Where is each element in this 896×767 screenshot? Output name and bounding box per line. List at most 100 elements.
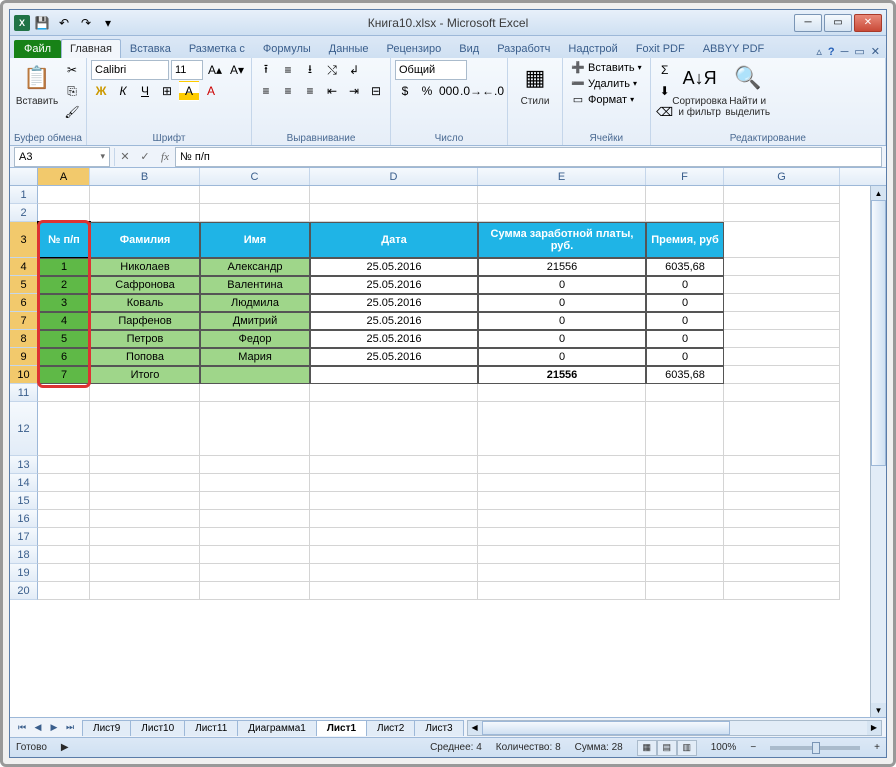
table-cell[interactable]: Петров bbox=[90, 330, 200, 348]
table-cell[interactable]: 25.05.2016 bbox=[310, 348, 478, 366]
table-cell[interactable]: 6 bbox=[38, 348, 90, 366]
row-header[interactable]: 12 bbox=[10, 402, 38, 456]
tab-developer[interactable]: Разработч bbox=[488, 39, 559, 58]
table-cell[interactable]: 6035,68 bbox=[646, 258, 724, 276]
table-cell[interactable]: Людмила bbox=[200, 294, 310, 312]
table-cell[interactable]: Федор bbox=[200, 330, 310, 348]
number-format-combo[interactable] bbox=[395, 60, 467, 80]
table-cell[interactable]: 4 bbox=[38, 312, 90, 330]
comma-icon[interactable]: 000 bbox=[439, 81, 459, 101]
table-cell[interactable] bbox=[310, 366, 478, 384]
paste-button[interactable]: 📋 Вставить bbox=[14, 60, 60, 109]
sheet-tab[interactable]: Лист3 bbox=[414, 720, 463, 736]
redo-icon[interactable]: ↷ bbox=[76, 13, 96, 33]
undo-icon[interactable]: ↶ bbox=[54, 13, 74, 33]
sort-filter-button[interactable]: А↓Я Сортировка и фильтр bbox=[677, 60, 723, 120]
tab-abbyy-pdf[interactable]: ABBYY PDF bbox=[694, 39, 774, 58]
row-header[interactable]: 15 bbox=[10, 492, 38, 510]
table-cell[interactable]: 0 bbox=[646, 330, 724, 348]
sheet-tab[interactable]: Диаграмма1 bbox=[237, 720, 317, 736]
view-page-break-icon[interactable]: ▥ bbox=[677, 740, 697, 756]
font-size-combo[interactable] bbox=[171, 60, 203, 80]
cancel-formula-icon[interactable]: ✕ bbox=[115, 147, 135, 167]
cell-header-no[interactable]: № п/п bbox=[38, 222, 90, 258]
name-box-dropdown-icon[interactable]: ▾ bbox=[100, 151, 105, 162]
table-cell[interactable]: Дмитрий bbox=[200, 312, 310, 330]
fx-icon[interactable]: fx bbox=[155, 147, 175, 167]
sheet-tab[interactable]: Лист10 bbox=[130, 720, 185, 736]
decrease-indent-icon[interactable]: ⇤ bbox=[322, 81, 342, 101]
format-painter-icon[interactable]: 🖌 bbox=[62, 102, 82, 122]
decrease-font-icon[interactable]: A▾ bbox=[227, 60, 247, 80]
row-header[interactable]: 10 bbox=[10, 366, 38, 384]
table-cell[interactable]: 7 bbox=[38, 366, 90, 384]
save-icon[interactable]: 💾 bbox=[32, 13, 52, 33]
table-cell[interactable]: 0 bbox=[646, 294, 724, 312]
tab-data[interactable]: Данные bbox=[320, 39, 378, 58]
tab-formulas[interactable]: Формулы bbox=[254, 39, 320, 58]
zoom-in-icon[interactable]: + bbox=[874, 742, 880, 753]
border-icon[interactable]: ⊞ bbox=[157, 81, 177, 101]
column-header-d[interactable]: D bbox=[310, 168, 478, 185]
row-header[interactable]: 2 bbox=[10, 204, 38, 222]
column-header-c[interactable]: C bbox=[200, 168, 310, 185]
table-cell[interactable]: 25.05.2016 bbox=[310, 258, 478, 276]
table-cell[interactable]: Парфенов bbox=[90, 312, 200, 330]
enter-formula-icon[interactable]: ✓ bbox=[135, 147, 155, 167]
cell-header-date[interactable]: Дата bbox=[310, 222, 478, 258]
table-cell[interactable]: Итого bbox=[90, 366, 200, 384]
minimize-button[interactable]: ─ bbox=[794, 14, 822, 32]
styles-button[interactable]: ▦ Стили bbox=[512, 60, 558, 109]
orientation-icon[interactable]: ⤭ bbox=[322, 60, 342, 80]
currency-icon[interactable]: $ bbox=[395, 81, 415, 101]
table-cell[interactable]: 25.05.2016 bbox=[310, 312, 478, 330]
help-icon[interactable]: ? bbox=[828, 46, 835, 58]
tab-foxit-pdf[interactable]: Foxit PDF bbox=[627, 39, 694, 58]
row-header[interactable]: 8 bbox=[10, 330, 38, 348]
formula-input[interactable]: № п/п bbox=[175, 147, 882, 167]
doc-restore-icon[interactable]: ▭ bbox=[854, 45, 864, 58]
find-select-button[interactable]: 🔍 Найти и выделить bbox=[725, 60, 771, 120]
row-header[interactable]: 6 bbox=[10, 294, 38, 312]
align-right-icon[interactable]: ≡ bbox=[300, 81, 320, 101]
fill-color-icon[interactable]: A bbox=[179, 81, 199, 101]
tab-page-layout[interactable]: Разметка с bbox=[180, 39, 254, 58]
table-cell[interactable]: 0 bbox=[646, 348, 724, 366]
delete-cells-button[interactable]: ➖Удалить▾ bbox=[567, 76, 641, 91]
first-sheet-icon[interactable]: ⏮ bbox=[14, 720, 30, 736]
row-header[interactable]: 9 bbox=[10, 348, 38, 366]
minimize-ribbon-icon[interactable]: ▵ bbox=[816, 45, 822, 58]
zoom-thumb[interactable] bbox=[812, 742, 820, 754]
cut-icon[interactable]: ✂ bbox=[62, 60, 82, 80]
table-cell[interactable]: 0 bbox=[478, 294, 646, 312]
align-center-icon[interactable]: ≡ bbox=[278, 81, 298, 101]
row-header[interactable]: 18 bbox=[10, 546, 38, 564]
format-cells-button[interactable]: ▭Формат▾ bbox=[567, 92, 638, 107]
table-cell[interactable]: 25.05.2016 bbox=[310, 276, 478, 294]
table-cell[interactable]: Мария bbox=[200, 348, 310, 366]
scroll-down-icon[interactable]: ▼ bbox=[871, 703, 886, 717]
font-name-combo[interactable] bbox=[91, 60, 169, 80]
view-page-layout-icon[interactable]: ▤ bbox=[657, 740, 677, 756]
align-top-icon[interactable]: ⭱ bbox=[256, 60, 276, 80]
table-cell[interactable]: 0 bbox=[478, 330, 646, 348]
table-cell[interactable]: Валентина bbox=[200, 276, 310, 294]
column-header-f[interactable]: F bbox=[646, 168, 724, 185]
table-cell[interactable]: Коваль bbox=[90, 294, 200, 312]
tab-view[interactable]: Вид bbox=[450, 39, 488, 58]
name-box[interactable]: A3▾ bbox=[14, 147, 110, 167]
row-header[interactable]: 16 bbox=[10, 510, 38, 528]
merge-icon[interactable]: ⊟ bbox=[366, 81, 386, 101]
row-header[interactable]: 5 bbox=[10, 276, 38, 294]
maximize-button[interactable]: ▭ bbox=[824, 14, 852, 32]
font-color-icon[interactable]: A bbox=[201, 81, 221, 101]
underline-icon[interactable]: Ч bbox=[135, 81, 155, 101]
horizontal-scrollbar[interactable]: ◀ ▶ bbox=[467, 720, 882, 736]
row-header[interactable]: 20 bbox=[10, 582, 38, 600]
zoom-slider[interactable] bbox=[770, 746, 860, 750]
row-header[interactable]: 11 bbox=[10, 384, 38, 402]
table-cell[interactable]: 0 bbox=[646, 312, 724, 330]
row-header[interactable]: 1 bbox=[10, 186, 38, 204]
tab-home[interactable]: Главная bbox=[61, 39, 121, 58]
decrease-decimal-icon[interactable]: ←.0 bbox=[483, 81, 503, 101]
